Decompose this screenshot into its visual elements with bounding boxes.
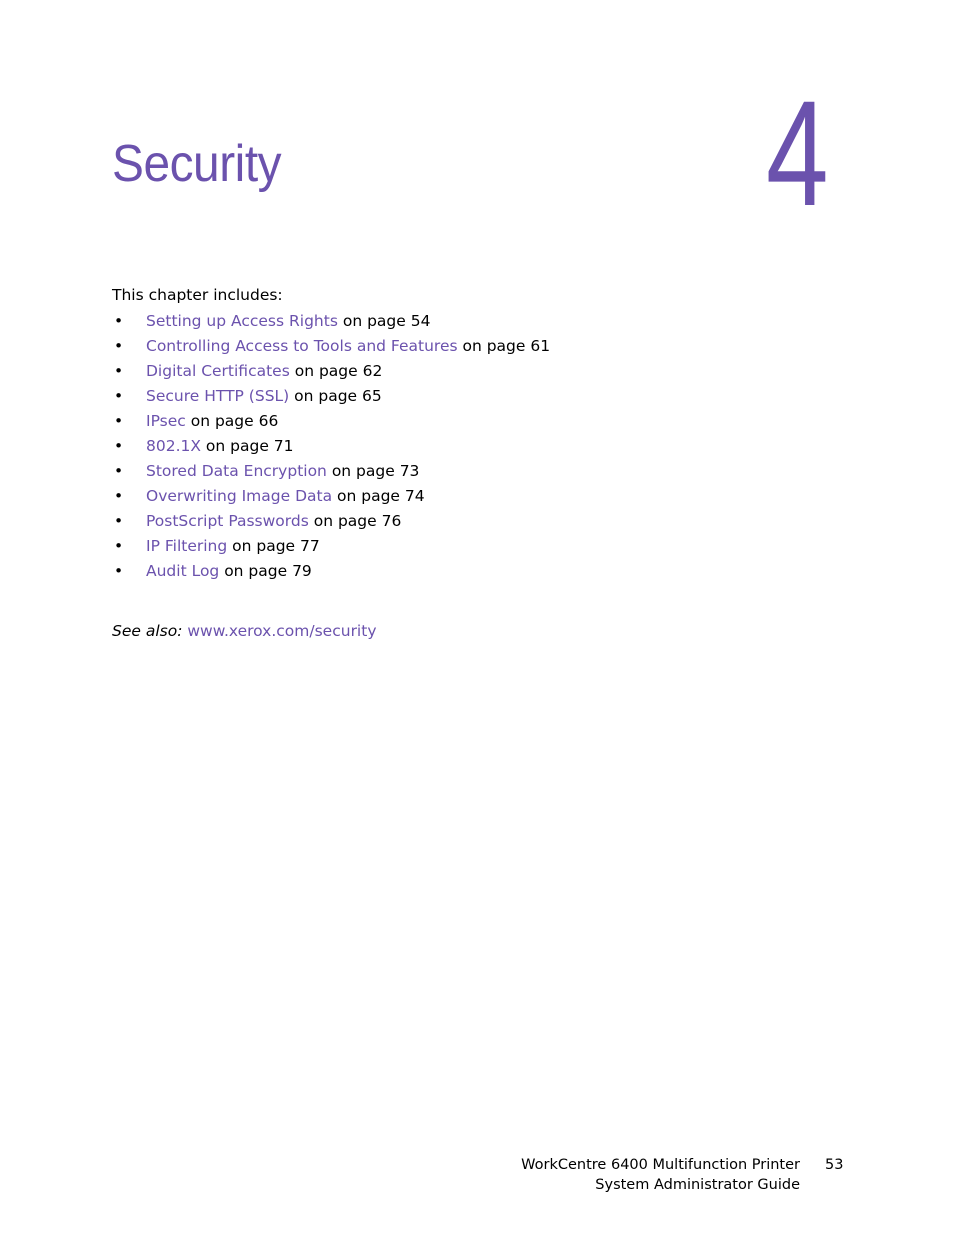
toc-link[interactable]: Setting up Access Rights [146,312,338,330]
page-reference: on page 74 [332,487,425,505]
toc-link[interactable]: IP Filtering [146,537,227,555]
toc-link[interactable]: IPsec [146,412,186,430]
page-reference: on page 71 [201,437,294,455]
see-also: See also: www.xerox.com/security [112,622,377,640]
toc-link[interactable]: Overwriting Image Data [146,487,332,505]
bullet-icon: • [114,362,124,380]
footer-product-name: WorkCentre 6400 Multifunction Printer [521,1157,800,1173]
footer-guide-name: System Administrator Guide [595,1177,800,1193]
page-reference: on page 73 [326,462,420,480]
bullet-icon: • [114,437,124,455]
toc-link[interactable]: Audit Log [146,562,219,580]
list-item: • Controlling Access to Tools and Feature… [112,336,550,361]
footer: WorkCentre 6400 Multifunction Printer Sy… [521,1155,800,1195]
toc-link[interactable]: Secure HTTP (SSL) [146,387,289,405]
list-item: • Overwriting Image Data on page 74 [112,486,550,511]
bullet-icon: • [114,462,124,480]
bullet-icon: • [114,337,124,355]
list-item: • PostScript Passwords on page 76 [112,511,550,536]
page-reference: on page 54 [337,312,431,330]
list-item: • Audit Log on page 79 [112,561,550,586]
list-item: • Digital Certificates on page 62 [112,361,550,386]
bullet-icon: • [114,387,124,405]
list-item: • Stored Data Encryption on page 73 [112,461,550,486]
bullet-icon: • [114,512,124,530]
bullet-icon: • [114,312,124,330]
list-item: • IP Filtering on page 77 [112,536,550,561]
toc-link[interactable]: Controlling Access to Tools and Features [146,337,458,355]
intro-text: This chapter includes: [112,286,283,304]
chapter-title: Security [112,135,282,193]
bullet-icon: • [114,487,124,505]
toc-link[interactable]: 802.1X [146,437,201,455]
page-reference: on page 77 [227,537,320,555]
page-reference: on page 61 [457,337,551,355]
page-number: 53 [825,1157,844,1173]
page-reference: on page 79 [219,562,312,580]
see-also-label: See also: [112,622,183,640]
see-also-link[interactable]: www.xerox.com/security [187,622,376,640]
chapter-number: 4 [766,69,829,237]
toc-link[interactable]: Stored Data Encryption [146,462,327,480]
page-reference: on page 65 [289,387,382,405]
bullet-icon: • [114,537,124,555]
page-reference: on page 62 [289,362,383,380]
list-item: • IPsec on page 66 [112,411,550,436]
toc-link[interactable]: PostScript Passwords [146,512,309,530]
page-reference: on page 66 [185,412,279,430]
list-item: • Setting up Access Rights on page 54 [112,311,550,336]
list-item: • Secure HTTP (SSL) on page 65 [112,386,550,411]
toc-link[interactable]: Digital Certificates [146,362,290,380]
bullet-icon: • [114,562,124,580]
page-reference: on page 76 [308,512,402,530]
bullet-icon: • [114,412,124,430]
chapter-contents-list: • Setting up Access Rights on page 54 • Co… [112,311,550,586]
list-item: • 802.1X on page 71 [112,436,550,461]
